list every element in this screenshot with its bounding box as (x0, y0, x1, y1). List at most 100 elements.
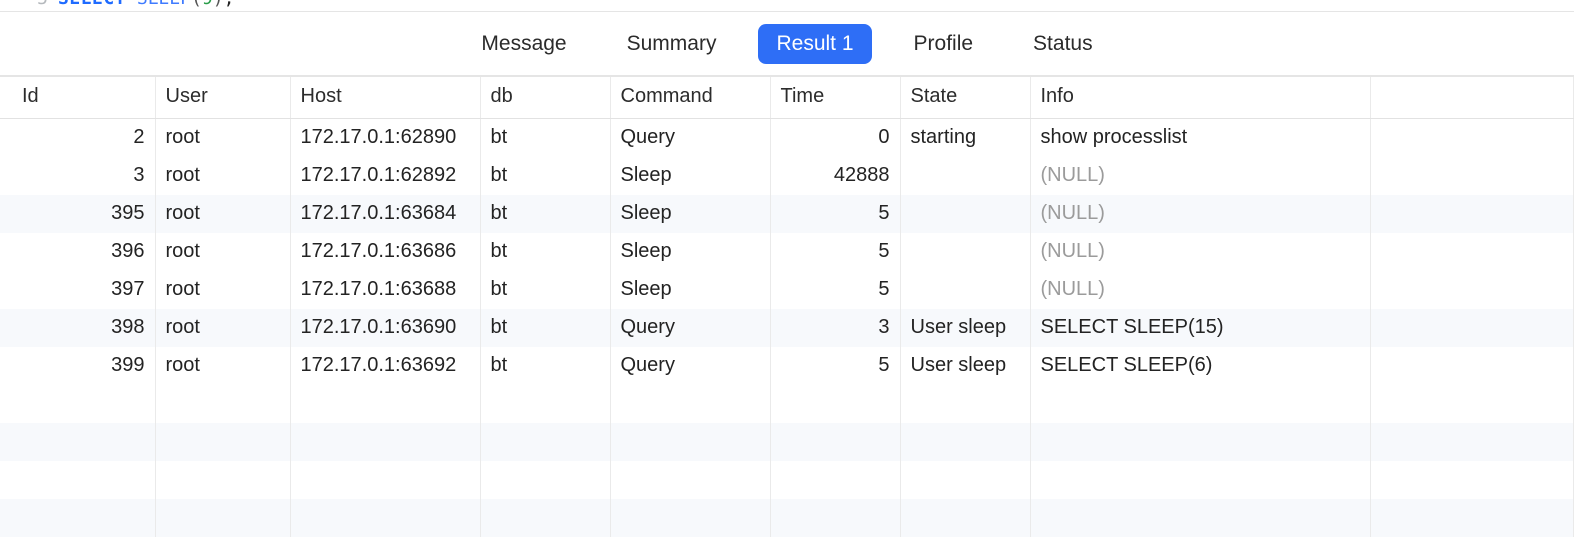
cell-info: SELECT SLEEP(6) (1030, 347, 1370, 385)
cell-db: bt (480, 309, 610, 347)
table-row[interactable]: 395root172.17.0.1:63684btSleep5(NULL) (0, 195, 1574, 233)
cell-empty (0, 423, 155, 461)
cell-id: 395 (0, 195, 155, 233)
cell-padding (1370, 195, 1574, 233)
cell-info: (NULL) (1030, 195, 1370, 233)
table-row[interactable]: 398root172.17.0.1:63690btQuery3User slee… (0, 309, 1574, 347)
cell-empty (610, 423, 770, 461)
cell-empty (0, 461, 155, 499)
cell-command: Query (610, 119, 770, 157)
result-grid: IdUserHostdbCommandTimeStateInfo 2root17… (0, 76, 1574, 537)
col-header-time[interactable]: Time (770, 77, 900, 119)
cell-info: SELECT SLEEP(15) (1030, 309, 1370, 347)
cell-host: 172.17.0.1:63692 (290, 347, 480, 385)
cell-id: 397 (0, 271, 155, 309)
cell-host: 172.17.0.1:63690 (290, 309, 480, 347)
cell-command: Query (610, 347, 770, 385)
col-header-state[interactable]: State (900, 77, 1030, 119)
cell-db: bt (480, 157, 610, 195)
table-row-empty (0, 461, 1574, 499)
cell-command: Query (610, 309, 770, 347)
tab-status[interactable]: Status (1015, 24, 1111, 64)
cell-time: 5 (770, 233, 900, 271)
cell-db: bt (480, 347, 610, 385)
cell-padding (1370, 233, 1574, 271)
cell-host: 172.17.0.1:63684 (290, 195, 480, 233)
cell-empty (290, 461, 480, 499)
cell-empty (610, 385, 770, 423)
col-header-db[interactable]: db (480, 77, 610, 119)
cell-state (900, 195, 1030, 233)
cell-user: root (155, 271, 290, 309)
col-header-info[interactable]: Info (1030, 77, 1370, 119)
cell-id: 2 (0, 119, 155, 157)
tab-message[interactable]: Message (463, 24, 584, 64)
cell-empty (290, 385, 480, 423)
cell-empty (1370, 385, 1574, 423)
cell-empty (155, 385, 290, 423)
cell-empty (1030, 385, 1370, 423)
cell-padding (1370, 119, 1574, 157)
cell-padding (1370, 271, 1574, 309)
sql-semicolon: ; (224, 0, 235, 9)
cell-empty (1030, 461, 1370, 499)
cell-db: bt (480, 233, 610, 271)
cell-user: root (155, 233, 290, 271)
cell-time: 5 (770, 195, 900, 233)
cell-empty (900, 499, 1030, 537)
cell-empty (900, 423, 1030, 461)
cell-empty (0, 385, 155, 423)
cell-empty (290, 423, 480, 461)
sql-keyword: SELECT (58, 0, 126, 9)
cell-id: 398 (0, 309, 155, 347)
cell-empty (290, 499, 480, 537)
cell-info: (NULL) (1030, 233, 1370, 271)
table-row[interactable]: 396root172.17.0.1:63686btSleep5(NULL) (0, 233, 1574, 271)
cell-empty (1370, 461, 1574, 499)
col-header-host[interactable]: Host (290, 77, 480, 119)
cell-user: root (155, 157, 290, 195)
cell-info: (NULL) (1030, 157, 1370, 195)
cell-empty (900, 461, 1030, 499)
col-header-user[interactable]: User (155, 77, 290, 119)
tab-summary[interactable]: Summary (609, 24, 735, 64)
cell-command: Sleep (610, 195, 770, 233)
table-row[interactable]: 397root172.17.0.1:63688btSleep5(NULL) (0, 271, 1574, 309)
cell-empty (770, 385, 900, 423)
cell-empty (1030, 499, 1370, 537)
cell-padding (1370, 157, 1574, 195)
result-table: IdUserHostdbCommandTimeStateInfo 2root17… (0, 77, 1574, 537)
cell-empty (480, 461, 610, 499)
table-row[interactable]: 2root172.17.0.1:62890btQuery0startingsho… (0, 119, 1574, 157)
sql-editor-line: 5 SELECT SLEEP(9); (0, 0, 234, 9)
cell-empty (480, 385, 610, 423)
cell-time: 42888 (770, 157, 900, 195)
cell-db: bt (480, 271, 610, 309)
col-header-command[interactable]: Command (610, 77, 770, 119)
cell-user: root (155, 119, 290, 157)
result-tabs-bar: Message Summary Result 1 Profile Status (0, 12, 1574, 76)
cell-state (900, 271, 1030, 309)
tab-profile[interactable]: Profile (896, 24, 992, 64)
cell-command: Sleep (610, 271, 770, 309)
table-row[interactable]: 399root172.17.0.1:63692btQuery5User slee… (0, 347, 1574, 385)
cell-db: bt (480, 195, 610, 233)
cell-command: Sleep (610, 157, 770, 195)
table-header-row: IdUserHostdbCommandTimeStateInfo (0, 77, 1574, 119)
cell-empty (900, 385, 1030, 423)
cell-db: bt (480, 119, 610, 157)
line-number: 5 (28, 0, 48, 9)
col-header-id[interactable]: Id (0, 77, 155, 119)
cell-empty (610, 461, 770, 499)
cell-state: User sleep (900, 309, 1030, 347)
cell-empty (155, 499, 290, 537)
cell-host: 172.17.0.1:62890 (290, 119, 480, 157)
cell-empty (1370, 423, 1574, 461)
cell-empty (155, 423, 290, 461)
table-row[interactable]: 3root172.17.0.1:62892btSleep42888(NULL) (0, 157, 1574, 195)
tab-result-1[interactable]: Result 1 (758, 24, 871, 64)
cell-id: 3 (0, 157, 155, 195)
cell-info: show processlist (1030, 119, 1370, 157)
cell-host: 172.17.0.1:63686 (290, 233, 480, 271)
cell-empty (480, 423, 610, 461)
